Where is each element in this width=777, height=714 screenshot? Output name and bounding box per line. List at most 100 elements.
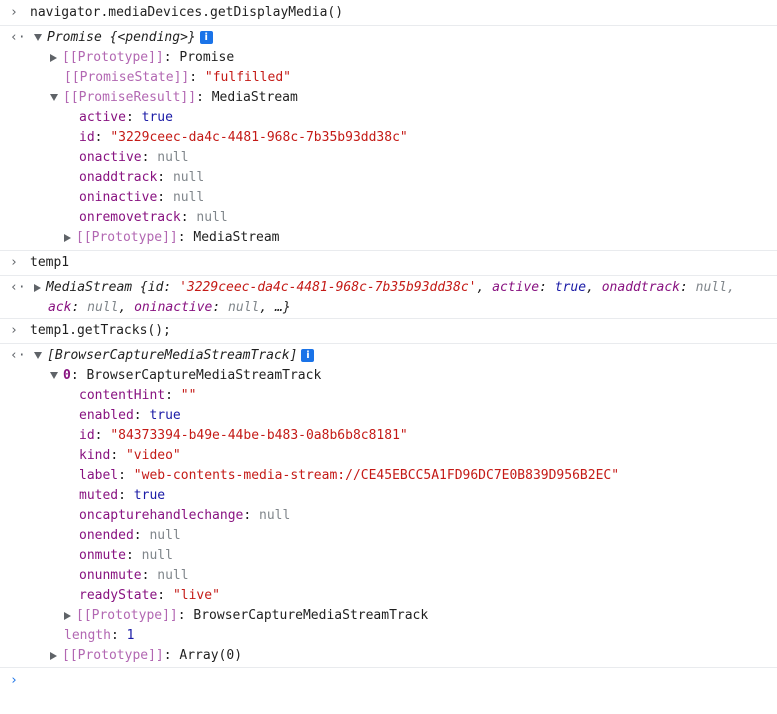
prop-value: "web-contents-media-stream://CE45EBCC5A1… [133, 468, 620, 483]
tree-row[interactable]: [[Prototype]]: BrowserCaptureMediaStream… [0, 606, 777, 626]
prop-value: null [196, 210, 228, 225]
prompt-chevron-icon: › [10, 673, 18, 688]
info-icon[interactable]: i [199, 31, 213, 44]
prop-key: contentHint [79, 388, 166, 403]
console-result-line[interactable]: ‹· Promise {<pending>} i [0, 28, 777, 48]
console-input[interactable] [30, 671, 730, 691]
summary-id: '3229ceec-da4c-4481-968c-7b35b93dd38c' [179, 280, 477, 295]
prop-value: null [259, 508, 291, 523]
tree-row: muted: true [79, 488, 166, 503]
divider [0, 275, 777, 276]
tree-row: oncapturehandlechange: null [79, 508, 291, 523]
console-result-line[interactable]: ‹· [BrowserCaptureMediaStreamTrack] i [0, 346, 777, 366]
tree-row: onactive: null [79, 150, 189, 165]
prop-key: kind [79, 448, 111, 463]
prop-key: onmute [79, 548, 126, 563]
prompt-chevron-icon: › [10, 255, 18, 270]
tree-row: id: "84373394-b49e-44be-b483-0a8b6b8c818… [79, 428, 408, 443]
prop-value: null [157, 150, 189, 165]
prop-value: "video" [125, 448, 181, 463]
collapsed-triangle-icon [64, 233, 71, 242]
promise-pending: {<pending>} [109, 30, 196, 45]
console-prompt[interactable]: › [0, 671, 777, 691]
prop-value: Promise [179, 50, 235, 65]
summary-value: true [554, 280, 587, 295]
prop-value: 1 [126, 628, 135, 643]
divider [0, 667, 777, 668]
tree-row[interactable]: 0: BrowserCaptureMediaStreamTrack [0, 366, 777, 386]
prop-value: true [133, 488, 166, 503]
prop-key: onunmute [79, 568, 142, 583]
summary-key: oninactive [134, 300, 213, 315]
console-result-wrap: ack: null, oninactive: null, …} [48, 300, 291, 315]
prop-key: 0 [63, 368, 71, 383]
expanded-triangle-icon [34, 352, 42, 359]
command-text: temp1.getTracks(); [30, 323, 171, 338]
tree-row: onunmute: null [79, 568, 189, 583]
tree-row: length: 1 [64, 628, 135, 643]
prop-key: id [79, 130, 95, 145]
prop-value: true [141, 110, 173, 125]
tree-row[interactable]: [[Prototype]]: Array(0) [0, 646, 777, 666]
tree-row[interactable]: [[PromiseResult]]: MediaStream [0, 88, 777, 108]
summary-key: active [492, 280, 540, 295]
prop-value: null [149, 528, 181, 543]
tree-row: label: "web-contents-media-stream://CE45… [79, 468, 620, 483]
tree-row: contentHint: "" [79, 388, 197, 403]
summary-value: null [228, 300, 260, 315]
expanded-triangle-icon [34, 34, 42, 41]
summary-prefix: MediaStream {id: [46, 280, 180, 295]
promise-toggle[interactable]: Promise {<pending>} i [34, 28, 213, 48]
divider [0, 318, 777, 319]
collapsed-triangle-icon [50, 53, 57, 62]
prop-value: "3229ceec-da4c-4481-968c-7b35b93dd38c" [110, 130, 408, 145]
prop-key: oninactive [79, 190, 158, 205]
tree-row: onended: null [79, 528, 181, 543]
result-arrow-icon: ‹· [10, 30, 26, 45]
prompt-chevron-icon: › [10, 5, 18, 20]
summary-key: onaddtrack [601, 280, 681, 295]
console-input-line[interactable]: › temp1.getTracks(); [0, 321, 777, 341]
tracks-toggle[interactable]: [BrowserCaptureMediaStreamTrack] i [34, 346, 315, 366]
prop-key: [[Prototype]] [76, 230, 178, 245]
summary-value: null, [695, 280, 735, 295]
tree-row: active: true [79, 110, 173, 125]
collapsed-triangle-icon [64, 611, 71, 620]
prop-value: true [149, 408, 181, 423]
prompt-chevron-icon: › [10, 323, 18, 338]
tree-row: onmute: null [79, 548, 173, 563]
command-text: temp1 [30, 255, 70, 270]
prop-value: BrowserCaptureMediaStreamTrack [86, 368, 322, 383]
mediastream-summary[interactable]: MediaStream {id: '3229ceec-da4c-4481-968… [34, 278, 735, 298]
console-result-line[interactable]: ‹· MediaStream {id: '3229ceec-da4c-4481-… [0, 278, 777, 298]
prop-key: onactive [79, 150, 142, 165]
divider [0, 343, 777, 344]
tree-row[interactable]: [[Prototype]]: Promise [0, 48, 777, 68]
info-icon[interactable]: i [301, 349, 315, 362]
prop-key: muted [79, 488, 119, 503]
summary-key: ack [48, 300, 72, 315]
prop-value: BrowserCaptureMediaStreamTrack [193, 608, 429, 623]
tree-row: oninactive: null [79, 190, 205, 205]
summary-value: null [87, 300, 119, 315]
tracks-label: [BrowserCaptureMediaStreamTrack] [47, 348, 298, 363]
console-input-line[interactable]: › navigator.mediaDevices.getDisplayMedia… [0, 3, 777, 23]
promise-label: Promise [47, 30, 102, 45]
tree-row: enabled: true [79, 408, 181, 423]
tree-row[interactable]: [[Prototype]]: MediaStream [0, 228, 777, 248]
console-input-line[interactable]: › temp1 [0, 253, 777, 273]
prop-key: enabled [79, 408, 134, 423]
collapsed-triangle-icon [34, 283, 41, 292]
prop-value: "84373394-b49e-44be-b483-0a8b6b8c8181" [110, 428, 408, 443]
tree-row: kind: "video" [79, 448, 181, 463]
prop-value: null [172, 190, 205, 205]
tree-row: readyState: "live" [79, 588, 220, 603]
tree-row: onaddtrack: null [79, 170, 205, 185]
summary-more: …} [275, 300, 291, 315]
result-arrow-icon: ‹· [10, 280, 26, 295]
tree-row: id: "3229ceec-da4c-4481-968c-7b35b93dd38… [79, 130, 408, 145]
prop-key: label [79, 468, 119, 483]
prop-key: oncapturehandlechange [79, 508, 244, 523]
prop-key: onended [79, 528, 134, 543]
tree-row: onremovetrack: null [79, 210, 228, 225]
